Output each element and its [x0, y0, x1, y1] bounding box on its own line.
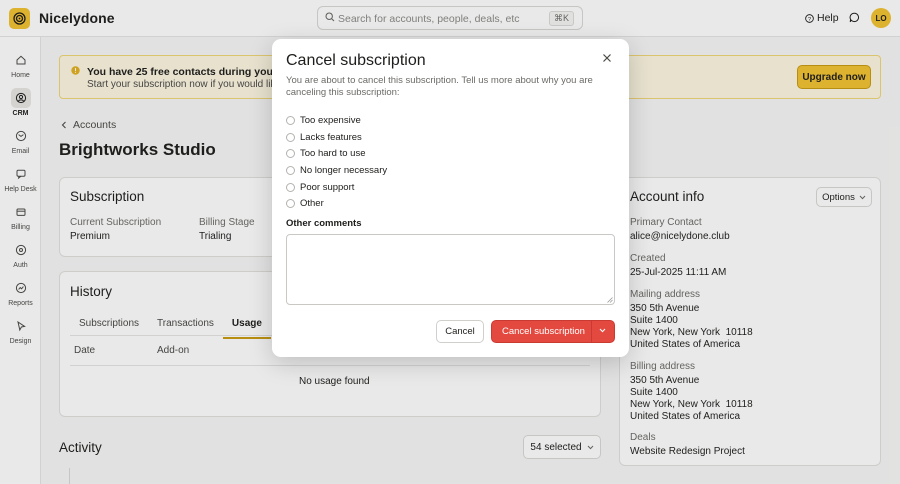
reason-radio-group: Too expensive Lacks features Too hard to… — [286, 112, 387, 212]
reason-label: Lacks features — [300, 131, 362, 143]
other-comments-label: Other comments — [286, 218, 362, 229]
radio-button[interactable] — [286, 115, 295, 125]
radio-button[interactable] — [286, 182, 295, 192]
reason-option[interactable]: Other — [286, 195, 387, 212]
other-comments-field[interactable] — [286, 234, 615, 305]
reason-label: Poor support — [300, 181, 355, 193]
reason-option[interactable]: Too expensive — [286, 112, 387, 129]
close-icon[interactable] — [602, 53, 612, 63]
radio-button[interactable] — [286, 165, 295, 175]
reason-option[interactable]: Poor support — [286, 179, 387, 196]
radio-button[interactable] — [286, 199, 295, 209]
cancel-subscription-label: Cancel subscription — [502, 326, 585, 337]
reason-label: Other — [300, 198, 324, 210]
reason-option[interactable]: Lacks features — [286, 129, 387, 146]
resize-handle-icon[interactable] — [607, 297, 613, 303]
reason-label: No longer necessary — [300, 164, 388, 176]
dialog-title: Cancel subscription — [286, 52, 426, 69]
radio-button[interactable] — [286, 149, 295, 159]
reason-option[interactable]: No longer necessary — [286, 162, 387, 179]
cancel-subscription-dialog: Cancel subscription You are about to can… — [272, 39, 629, 357]
radio-button[interactable] — [286, 132, 295, 142]
chevron-down-icon[interactable] — [599, 328, 606, 333]
reason-option[interactable]: Too hard to use — [286, 145, 387, 162]
cancel-button[interactable]: Cancel — [436, 320, 484, 343]
reason-label: Too expensive — [300, 114, 361, 126]
reason-label: Too hard to use — [300, 148, 366, 160]
cancel-subscription-button[interactable]: Cancel subscription — [491, 320, 615, 343]
dialog-description: You are about to cancel this subscriptio… — [286, 75, 593, 98]
split-button-divider — [591, 321, 592, 342]
